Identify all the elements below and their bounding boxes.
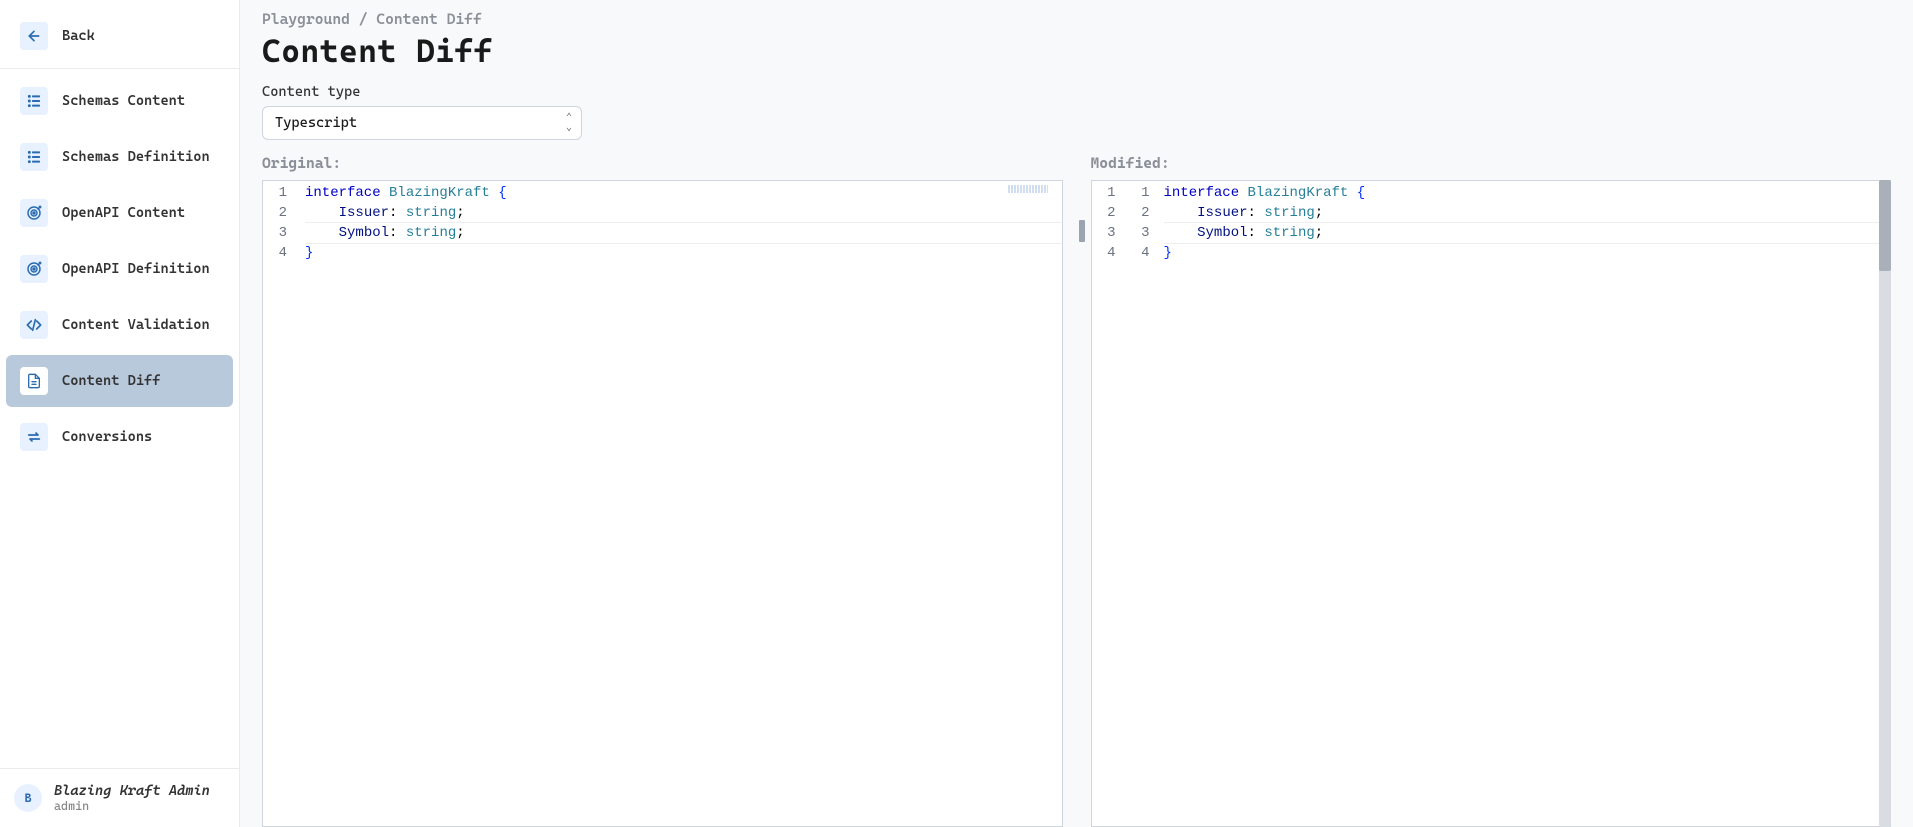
modified-label: Modified:: [1091, 154, 1892, 172]
content-type-select-wrapper: Typescript ⌃⌄: [262, 106, 582, 140]
code-text: interface BlazingKraft {: [305, 183, 1062, 203]
user-role: admin: [54, 799, 210, 813]
code-line[interactable]: 4}: [263, 243, 1062, 263]
breadcrumb: Playground / Content Diff: [262, 10, 1891, 28]
code-line[interactable]: 3 Symbol: string;: [263, 223, 1062, 243]
scrollbar[interactable]: [1879, 180, 1891, 827]
code-line[interactable]: 22 Issuer: string;: [1092, 203, 1891, 223]
code-text: }: [1164, 243, 1891, 263]
sidebar-item-content-diff[interactable]: Content Diff: [6, 355, 233, 407]
user-block[interactable]: B Blazing Kraft Admin admin: [0, 768, 239, 827]
line-number-right: 4: [1134, 243, 1164, 263]
diff-panes: Original: 1interface BlazingKraft {2 Iss…: [262, 154, 1891, 827]
sidebar-item-label: OpenAPI Definition: [62, 261, 210, 277]
breadcrumb-sep: /: [359, 10, 368, 28]
document-icon: [20, 367, 48, 395]
divider: [0, 68, 239, 69]
line-number: 4: [263, 243, 305, 263]
code-text: Issuer: string;: [1164, 203, 1891, 223]
line-number: 1: [1092, 183, 1134, 203]
sidebar-item-label: OpenAPI Content: [62, 205, 185, 221]
sidebar: Back Schemas Content Schemas Definition Op…: [0, 0, 240, 827]
code-line[interactable]: 11interface BlazingKraft {: [1092, 183, 1891, 203]
sidebar-item-schemas-definition[interactable]: Schemas Definition: [6, 131, 233, 183]
breadcrumb-current: Content Diff: [376, 10, 481, 28]
split-handle[interactable]: [1079, 220, 1085, 242]
target-icon: [20, 199, 48, 227]
code-text: Symbol: string;: [1164, 222, 1891, 244]
main-content: Playground / Content Diff Content Diff C…: [240, 0, 1913, 827]
line-number: 3: [1092, 223, 1134, 243]
sidebar-item-content-validation[interactable]: Content Validation: [6, 299, 233, 351]
original-pane: Original: 1interface BlazingKraft {2 Iss…: [262, 154, 1063, 827]
code-text: }: [305, 243, 1062, 263]
code-text: interface BlazingKraft {: [1164, 183, 1891, 203]
code-text: Issuer: string;: [305, 203, 1062, 223]
sidebar-item-conversions[interactable]: Conversions: [6, 411, 233, 463]
line-number-right: 2: [1134, 203, 1164, 223]
code-line[interactable]: 33 Symbol: string;: [1092, 223, 1891, 243]
back-button[interactable]: Back: [6, 10, 233, 62]
content-type-label: Content type: [262, 84, 1891, 100]
code-icon: [20, 311, 48, 339]
user-name: Blazing Kraft Admin: [54, 783, 210, 799]
arrow-left-icon: [20, 22, 48, 50]
back-label: Back: [62, 28, 95, 44]
page-title: Content Diff: [262, 32, 1891, 70]
code-line[interactable]: 1interface BlazingKraft {: [263, 183, 1062, 203]
code-text: Symbol: string;: [305, 222, 1062, 244]
line-number: 3: [263, 223, 305, 243]
sidebar-item-label: Content Diff: [62, 373, 160, 389]
code-line[interactable]: 2 Issuer: string;: [263, 203, 1062, 223]
original-editor[interactable]: 1interface BlazingKraft {2 Issuer: strin…: [262, 180, 1063, 827]
line-number: 1: [263, 183, 305, 203]
code-line[interactable]: 44}: [1092, 243, 1891, 263]
line-number: 4: [1092, 243, 1134, 263]
sidebar-item-label: Schemas Definition: [62, 149, 210, 165]
target-icon: [20, 255, 48, 283]
nodes-icon: [20, 143, 48, 171]
line-number-right: 1: [1134, 183, 1164, 203]
modified-pane: Modified: 11interface BlazingKraft {22 I…: [1091, 154, 1892, 827]
original-label: Original:: [262, 154, 1063, 172]
line-number: 2: [1092, 203, 1134, 223]
content-type-select[interactable]: Typescript: [262, 106, 582, 140]
avatar: B: [14, 784, 42, 812]
line-number: 2: [263, 203, 305, 223]
sidebar-item-schemas-content[interactable]: Schemas Content: [6, 75, 233, 127]
swap-icon: [20, 423, 48, 451]
line-number-right: 3: [1134, 223, 1164, 243]
modified-editor[interactable]: 11interface BlazingKraft {22 Issuer: str…: [1091, 180, 1892, 827]
sidebar-item-label: Content Validation: [62, 317, 210, 333]
sidebar-nav: Back Schemas Content Schemas Definition Op…: [0, 0, 239, 768]
sidebar-item-label: Schemas Content: [62, 93, 185, 109]
sidebar-item-openapi-content[interactable]: OpenAPI Content: [6, 187, 233, 239]
sidebar-item-label: Conversions: [62, 429, 152, 445]
sidebar-item-openapi-definition[interactable]: OpenAPI Definition: [6, 243, 233, 295]
breadcrumb-parent[interactable]: Playground: [262, 10, 350, 28]
nodes-icon: [20, 87, 48, 115]
